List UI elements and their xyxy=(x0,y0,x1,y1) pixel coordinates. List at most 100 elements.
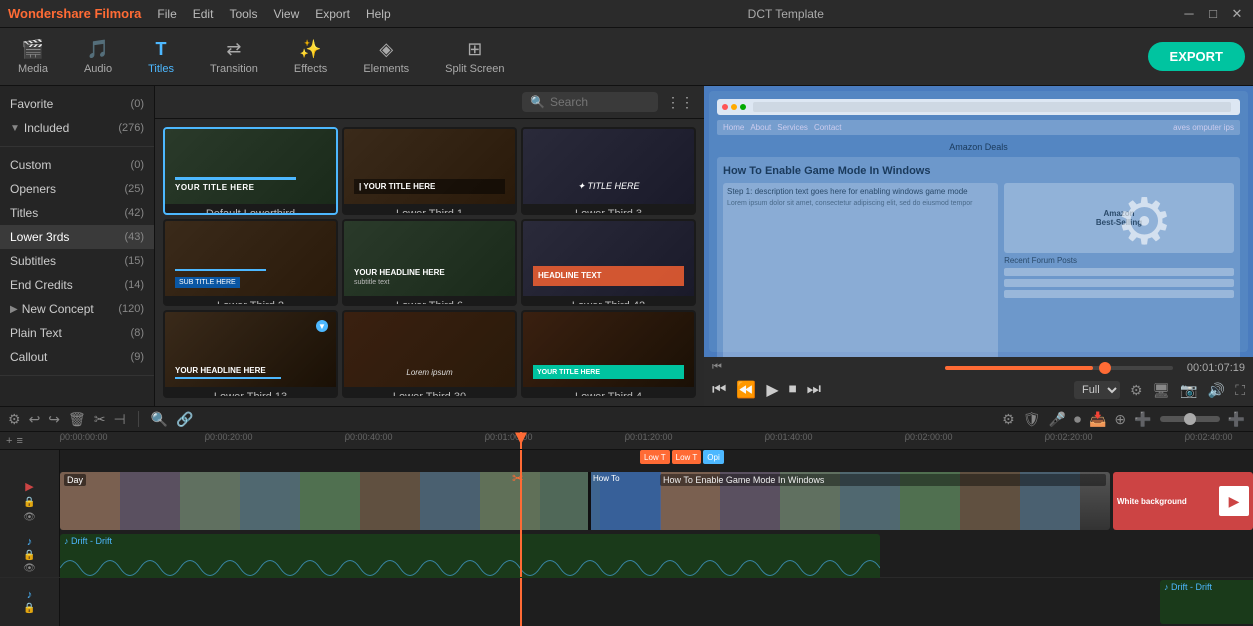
white-bg-clip[interactable]: White background ▶ xyxy=(1113,472,1253,530)
export-button[interactable]: EXPORT xyxy=(1148,42,1245,71)
timeline-resize-icon[interactable]: ⊕ xyxy=(1114,411,1126,428)
tool-media[interactable]: 🎬 Media xyxy=(8,35,58,79)
panel-item-lower3rds[interactable]: Lower 3rds (43) xyxy=(0,225,154,249)
timeline-filter-icon[interactable]: ⚙ xyxy=(1002,411,1015,428)
timeline-link-icon[interactable]: 🔗 xyxy=(176,411,193,428)
panel-item-subtitles[interactable]: Subtitles (15) xyxy=(0,249,154,273)
play-back-button[interactable]: ⏪ xyxy=(736,380,756,400)
split-screen-icon: ⊞ xyxy=(467,39,482,60)
panel-item-included[interactable]: ▼Included (276) xyxy=(0,116,154,140)
tool-titles-label: Titles xyxy=(148,63,174,75)
title-card-lower-third-30[interactable]: Lorem ipsum Lower Third 30 xyxy=(342,310,517,398)
timeline-zoom-icon[interactable]: 🔍 xyxy=(151,411,168,428)
title-card-default-lowerthird[interactable]: YOUR TITLE HERE Default Lowerthird xyxy=(163,127,338,215)
timeline-shield-icon[interactable]: 🛡 xyxy=(1023,411,1041,428)
menu-view[interactable]: View xyxy=(273,7,299,21)
timeline-import-icon[interactable]: 📥 xyxy=(1089,411,1106,428)
prev-frame-icon[interactable]: ⏮ xyxy=(712,361,722,374)
title-card-lower-third-6[interactable]: YOUR HEADLINE HERE subtitle text Lower T… xyxy=(342,219,517,307)
preview-volume-icon[interactable]: 🔊 xyxy=(1208,382,1225,399)
audio-track-1-body: ♪ Drift - Drift xyxy=(60,532,1253,577)
search-box[interactable]: 🔍 xyxy=(522,92,658,112)
quality-select[interactable]: Full 1/2 1/4 xyxy=(1074,381,1120,399)
audio-lock-icon-1[interactable]: 🔒 xyxy=(23,550,35,561)
timeline-zoom-plus-icon[interactable]: ➕ xyxy=(1134,411,1151,428)
search-input[interactable] xyxy=(550,95,650,109)
lock-track-icon[interactable]: 🔒 xyxy=(23,497,35,508)
title-card-lower-third-1[interactable]: | YOUR TITLE HERE Lower Third 1 xyxy=(342,127,517,215)
audio-track-2-body: ♪ Drift - Drift Ending Credits xyxy=(60,578,1253,626)
play-button[interactable]: ▶ xyxy=(766,380,778,400)
title-card-lower-third-42[interactable]: HEADLINE TEXT Lower Third 42 xyxy=(521,219,696,307)
preview-fullscreen-icon[interactable]: ⛶ xyxy=(1235,382,1245,399)
minimize-button[interactable]: ─ xyxy=(1181,6,1197,22)
panel-item-openers[interactable]: Openers (25) xyxy=(0,177,154,201)
title-card-lower-third-3[interactable]: ✦ TITLE HERE Lower Third 3 xyxy=(521,127,696,215)
timeline-undo-icon[interactable]: ↩ xyxy=(29,411,41,428)
stop-button[interactable]: ⏹ xyxy=(789,381,797,399)
audio-lock-icon-2[interactable]: 🔒 xyxy=(23,603,35,614)
tool-split-screen[interactable]: ⊞ Split Screen xyxy=(435,35,514,79)
audio-track-2: ♪ 🔒 ♪ Drift - Drift Ending Credits xyxy=(0,578,1253,626)
media-icon: 🎬 xyxy=(22,39,44,60)
preview-camera-icon[interactable]: 📷 xyxy=(1180,382,1197,399)
panel-item-custom[interactable]: Custom (0) xyxy=(0,153,154,177)
preview-settings-icon[interactable]: ⚙ xyxy=(1130,382,1143,399)
audio-eye-icon-1[interactable]: 👁 xyxy=(23,563,36,574)
close-button[interactable]: ✕ xyxy=(1229,6,1245,22)
title-name-5: Lower Third 42 xyxy=(523,296,694,307)
title-tag-1: Low T xyxy=(640,450,670,464)
add-track-icon[interactable]: + xyxy=(6,435,12,447)
timeline-zoom-slider[interactable] xyxy=(1160,416,1220,422)
panel-item-favorite[interactable]: Favorite (0) xyxy=(0,92,154,116)
panel-item-titles[interactable]: Titles (42) xyxy=(0,201,154,225)
main-video-clip[interactable]: Day How To How To Enable Game Mode In Wi… xyxy=(60,472,1110,530)
timeline-scissors-icon[interactable]: ✂ xyxy=(94,411,106,428)
video-track: ▶ 🔒 👁 xyxy=(0,470,1253,532)
title-thumb-8: YOUR TITLE HERE xyxy=(523,312,694,387)
preview-content: Home About Services Contact aves omputer… xyxy=(704,86,1253,357)
grid-icon[interactable]: ⋮⋮ xyxy=(666,94,694,111)
panel-item-callout[interactable]: Callout (9) xyxy=(0,345,154,369)
title-tag-2: Low T xyxy=(672,450,702,464)
menu-tools[interactable]: Tools xyxy=(229,7,257,21)
title-tag-3: Opi xyxy=(703,450,723,464)
timeline-delete-icon[interactable]: 🗑 xyxy=(68,411,86,428)
white-bg-label: White background xyxy=(1117,497,1187,506)
timeline-record-icon[interactable]: ⏺ xyxy=(1074,411,1081,428)
titles-icon: T xyxy=(156,39,167,60)
title-card-lower-third-4[interactable]: YOUR TITLE HERE Lower Third 4 xyxy=(521,310,696,398)
maximize-button[interactable]: □ xyxy=(1205,6,1221,22)
audio-clip-2[interactable]: ♪ Drift - Drift xyxy=(1160,580,1253,624)
panel-item-new-concept[interactable]: ▶New Concept (120) xyxy=(0,297,154,321)
progress-track[interactable] xyxy=(945,366,1172,370)
tool-titles[interactable]: T Titles xyxy=(138,35,184,79)
top-bar: Wondershare Filmora File Edit Tools View… xyxy=(0,0,1253,28)
panel-item-end-credits[interactable]: End Credits (14) xyxy=(0,273,154,297)
timeline-mic-icon[interactable]: 🎤 xyxy=(1049,411,1066,428)
menu-file[interactable]: File xyxy=(157,7,176,21)
menu-edit[interactable]: Edit xyxy=(193,7,214,21)
prev-button[interactable]: ⏮ xyxy=(712,381,726,399)
menu-export[interactable]: Export xyxy=(315,7,350,21)
title-card-lower-third-2[interactable]: SUB TITLE HERE Lower Third 2 xyxy=(163,219,338,307)
next-button[interactable]: ⏭ xyxy=(807,381,821,399)
progress-thumb[interactable] xyxy=(1099,362,1111,374)
menu-help[interactable]: Help xyxy=(366,7,391,21)
tool-transition[interactable]: ⇄ Transition xyxy=(200,35,268,79)
timeline-split-icon[interactable]: ⊣ xyxy=(114,411,126,428)
video-track-header: ▶ 🔒 👁 xyxy=(0,470,60,532)
preview-monitor-icon[interactable]: 🖥 xyxy=(1153,382,1171,399)
panel-item-plain-text[interactable]: Plain Text (8) xyxy=(0,321,154,345)
timeline-redo-icon[interactable]: ↪ xyxy=(48,411,60,428)
tool-effects[interactable]: ✨ Effects xyxy=(284,35,337,79)
tool-audio[interactable]: 🎵 Audio xyxy=(74,35,122,79)
title-card-lower-third-13[interactable]: YOUR HEADLINE HERE ▼ Lower Third 13 xyxy=(163,310,338,398)
tool-elements[interactable]: ◈ Elements xyxy=(353,35,419,79)
ruler-mark-5: 00:01:40:00 xyxy=(765,432,813,442)
eye-track-icon[interactable]: 👁 xyxy=(23,512,36,523)
timeline-settings-icon[interactable]: ⚙ xyxy=(8,411,21,428)
audio-clip-2-label: ♪ Drift - Drift xyxy=(1160,580,1253,594)
timeline-zoom-minus-icon[interactable]: ➕ xyxy=(1228,411,1245,428)
title-thumb-7: Lorem ipsum xyxy=(344,312,515,387)
